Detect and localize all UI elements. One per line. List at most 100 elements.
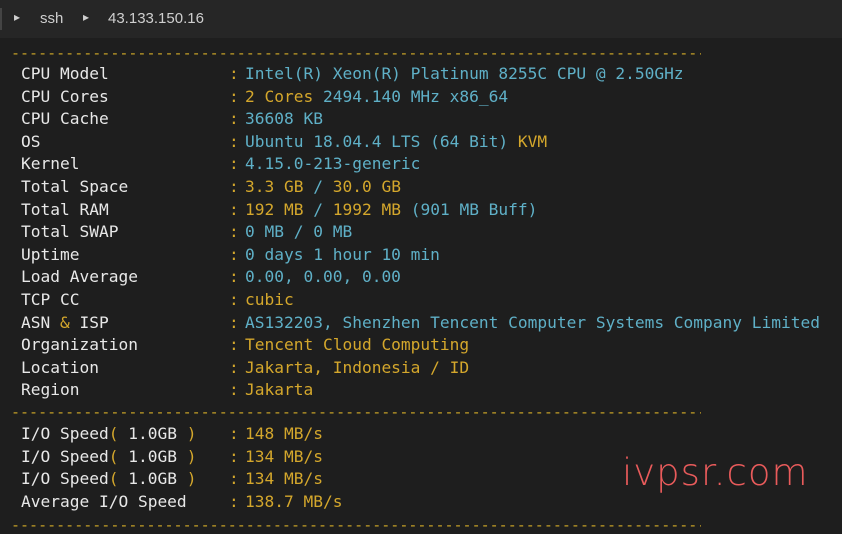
text-segment: 36608 KB [245, 109, 323, 129]
info-row: Average I/O Speed:138.7 MB/s [0, 491, 842, 513]
text-segment: / [303, 199, 333, 219]
row-label: Location [21, 357, 99, 377]
text-segment: 2494.140 MHz x86_64 [313, 86, 509, 106]
row-label: CPU Cores [21, 86, 109, 106]
text-segment: / [303, 177, 333, 196]
text-segment: 2 Cores [245, 86, 314, 106]
text-segment: 1.0GB [118, 424, 187, 443]
text-segment: 134 MB/s [245, 469, 323, 489]
info-row: CPU Cores:2 Cores 2494.140 MHz x86_64 [0, 86, 842, 108]
tab-edge-divider [0, 8, 2, 30]
text-segment: & [59, 312, 70, 332]
row-value: 134 MB/s [245, 468, 323, 490]
text-segment: ASN [21, 312, 60, 332]
row-value: AS132203, Shenzhen Tencent Computer Syst… [245, 312, 820, 334]
row-value: Jakarta, Indonesia / ID [245, 357, 469, 379]
text-segment: Intel(R) Xeon(R) Platinum 8255C CPU @ 2.… [245, 64, 684, 83]
text-segment: I/O Speed [21, 469, 109, 489]
info-row: Organization: Tencent Cloud Computing [0, 334, 842, 356]
text-segment: cubic [245, 290, 294, 309]
row-label: OS [21, 131, 41, 151]
row-colon: : [229, 290, 239, 309]
info-row: Total RAM:192 MB / 1992 MB (901 MB Buff) [0, 199, 842, 221]
row-colon: : [229, 469, 239, 489]
row-value: cubic [245, 289, 294, 311]
row-label: I/O Speed( 1.0GB ) [21, 468, 196, 490]
info-row: CPU Model: Intel(R) Xeon(R) Platinum 8255… [0, 63, 842, 85]
text-segment: ( [108, 469, 119, 489]
text-segment: ) [186, 469, 197, 489]
row-colon: : [229, 131, 239, 151]
row-label: CPU Model [21, 64, 109, 83]
row-label: TCP CC [21, 290, 80, 309]
text-segment: 1.0GB [118, 469, 187, 489]
row-value: 2 Cores 2494.140 MHz x86_64 [245, 86, 508, 108]
text-segment: 0 days 1 hour 10 min [245, 244, 440, 264]
text-segment: KVM [508, 131, 548, 151]
text-segment: 138.7 MB/s [245, 491, 343, 511]
row-label: Total SWAP [21, 222, 119, 242]
row-label: Load Average [21, 267, 138, 287]
triangle-right-icon: ▸ [14, 10, 21, 24]
text-segment: 134 MB/s [245, 446, 323, 466]
info-row: I/O Speed( 1.0GB ):148 MB/s [0, 423, 842, 445]
row-value: 0 MB / 0 MB [245, 221, 352, 243]
text-segment: 4.15.0-213-generic [245, 154, 421, 174]
divider-line: ----------------------------------------… [11, 516, 701, 534]
text-segment: I/O Speed [21, 446, 109, 466]
row-value: 134 MB/s [245, 446, 323, 468]
row-colon: : [229, 222, 239, 242]
row-label: Total RAM [21, 199, 109, 219]
text-segment: 192 MB [245, 199, 304, 219]
row-label: Uptime [21, 244, 80, 264]
row-label: Kernel [21, 154, 80, 174]
text-segment: Tencent Cloud Computing [245, 335, 470, 355]
row-label: CPU Cache [21, 109, 109, 129]
row-value: Tencent Cloud Computing [245, 334, 469, 356]
row-value: Ubuntu 18.04.4 LTS (64 Bit) KVM [245, 131, 547, 153]
row-colon: : [229, 357, 239, 377]
row-colon: : [229, 86, 239, 106]
text-segment: ( [108, 446, 119, 466]
breadcrumb-item-ssh[interactable]: ssh [40, 10, 63, 27]
text-segment: 3.3 GB [245, 177, 304, 196]
info-row: Total Space:3.3 GB / 30.0 GB [0, 176, 842, 198]
info-row: Location: Jakarta, Indonesia / ID [0, 357, 842, 379]
row-value: 3.3 GB / 30.0 GB [245, 176, 401, 198]
triangle-right-icon: ▸ [83, 10, 90, 24]
text-segment: AS132203, Shenzhen Tencent Computer Syst… [245, 312, 820, 332]
breadcrumb-item-host[interactable]: 43.133.150.16 [108, 10, 204, 27]
row-label: Average I/O Speed [21, 491, 187, 511]
info-row: OS: Ubuntu 18.04.4 LTS (64 Bit) KVM [0, 131, 842, 153]
divider-line: ----------------------------------------… [11, 403, 701, 421]
row-colon: : [229, 154, 239, 174]
row-label: Total Space [21, 177, 129, 196]
info-row: Kernel:4.15.0-213-generic [0, 153, 842, 175]
text-segment: 0 MB / 0 MB [245, 222, 353, 242]
breadcrumb: ▸ ssh ▸ 43.133.150.16 [0, 0, 842, 38]
info-row: Load Average:0.00, 0.00, 0.00 [0, 266, 842, 288]
row-label: ASN & ISP [21, 312, 109, 334]
row-value: Intel(R) Xeon(R) Platinum 8255C CPU @ 2.… [245, 63, 684, 85]
row-colon: : [229, 199, 239, 219]
row-colon: : [229, 64, 239, 83]
row-label: I/O Speed( 1.0GB ) [21, 423, 196, 445]
info-row: ASN & ISP: AS132203, Shenzhen Tencent Com… [0, 312, 842, 334]
row-colon: : [229, 244, 239, 264]
row-value: 0.00, 0.00, 0.00 [245, 266, 401, 288]
text-segment: 1992 MB [332, 199, 401, 219]
row-label: Organization [21, 335, 138, 355]
row-colon: : [229, 446, 239, 466]
row-colon: : [229, 335, 239, 355]
row-colon: : [229, 267, 239, 287]
info-row: Region: Jakarta [0, 379, 842, 401]
row-colon: : [229, 312, 239, 332]
row-colon: : [229, 109, 239, 129]
text-segment: 148 MB/s [245, 424, 323, 443]
row-value: 192 MB / 1992 MB (901 MB Buff) [245, 199, 537, 221]
row-colon: : [229, 380, 239, 400]
text-segment: 1.0GB [118, 446, 187, 466]
text-segment: Jakarta, Indonesia / ID [245, 357, 470, 377]
text-segment: Ubuntu 18.04.4 LTS (64 Bit) [245, 131, 509, 151]
row-label: Region [21, 380, 80, 400]
